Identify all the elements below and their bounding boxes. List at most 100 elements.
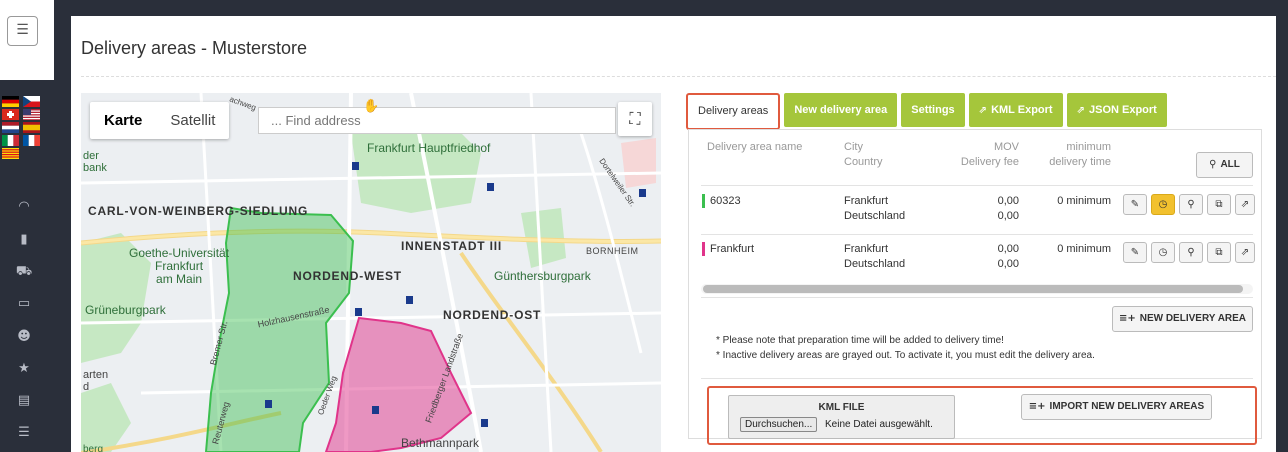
tab-kml-export[interactable]: ⇗ KML Export <box>968 93 1063 127</box>
cart-icon[interactable]: ⛟ <box>14 262 34 282</box>
flag-es-icon[interactable] <box>23 122 40 133</box>
search-icon[interactable]: ⚲ <box>1179 194 1203 215</box>
list-icon[interactable]: ☰ <box>14 423 34 443</box>
map-type-control: Karte Satellit <box>90 102 230 139</box>
add-list-icon: ≡+ <box>1028 401 1046 412</box>
map-label-bethmann: Bethmannpark <box>401 436 480 450</box>
delivery-map[interactable]: CARL-VON-WEINBERG-SIEDLUNG INNENSTADT II… <box>81 93 661 452</box>
header-name: Delivery area name <box>707 141 803 153</box>
main-panel: Delivery areas - Musterstore CARL-VON-WE… <box>71 16 1276 452</box>
map-label-garten: arten d <box>83 369 109 393</box>
map-label-innenstadt: INNENSTADT III <box>401 239 502 253</box>
header-country: Country <box>844 156 883 168</box>
notes-divider <box>701 378 1253 379</box>
note-inactive: * Inactive delivery areas are grayed out… <box>716 350 1095 361</box>
header-min1: minimum <box>1066 141 1111 153</box>
row-city: Frankfurt <box>844 243 889 255</box>
share-icon[interactable]: ⇗ <box>1235 242 1255 263</box>
kml-file-input: KML FILE Durchsuchen... Keine Datei ausg… <box>728 395 955 439</box>
map-label-guenthersburgpark: Günthersburgpark <box>494 269 591 283</box>
all-button[interactable]: ⚲ ALL <box>1196 152 1253 178</box>
flag-ch-icon[interactable] <box>2 109 19 120</box>
row-name: Frankfurt <box>710 243 755 255</box>
edit-icon[interactable]: ✎ <box>1123 242 1147 263</box>
tab-new-delivery-area[interactable]: New delivery area <box>784 93 898 127</box>
note-preparation: * Please note that preparation time will… <box>716 335 1004 346</box>
dashboard-icon[interactable]: ◠ <box>14 197 34 217</box>
row-fee: 0,00 <box>997 258 1019 270</box>
hamburger-icon[interactable]: ☰ <box>7 16 38 46</box>
import-delivery-areas-button[interactable]: ≡+ IMPORT NEW DELIVERY AREAS <box>1021 394 1212 420</box>
edit-icon[interactable]: ✎ <box>1123 194 1147 215</box>
copy-icon[interactable]: ⧉ <box>1207 242 1231 263</box>
row-time: 0 minimum <box>1057 243 1111 255</box>
row-fee: 0,00 <box>997 210 1019 222</box>
area-color-bar <box>702 194 705 208</box>
row-name: 60323 <box>710 195 741 207</box>
all-button-label: ALL <box>1220 159 1240 170</box>
map-type-karte[interactable]: Karte <box>90 102 156 139</box>
fullscreen-icon[interactable]: ⛶ <box>618 102 652 136</box>
tab-delivery-areas[interactable]: Delivery areas <box>686 93 781 130</box>
table-divider <box>701 185 1253 186</box>
kml-file-label: KML FILE <box>818 402 865 413</box>
area-color-bar <box>702 242 705 256</box>
delivery-areas-box: Delivery area name City Country MOV Deli… <box>688 129 1262 445</box>
bar-chart-icon[interactable]: ▮ <box>14 230 34 250</box>
row-divider <box>701 234 1253 235</box>
language-flags <box>2 96 46 161</box>
map-label-bank: der bank <box>83 150 107 174</box>
map-label-nordend-ost: NORDEND-OST <box>443 308 542 322</box>
tab-kml-export-label: KML Export <box>991 104 1053 116</box>
copy-icon[interactable]: ⧉ <box>1207 194 1231 215</box>
hand-cursor-icon: ✋ <box>363 99 380 114</box>
star-icon[interactable]: ★ <box>14 359 34 379</box>
flag-nl-icon[interactable] <box>2 122 19 133</box>
map-label-hauptfriedhof: Frankfurt Hauptfriedhof <box>367 141 491 155</box>
row-city: Frankfurt <box>844 195 889 207</box>
page-title: Delivery areas - Musterstore <box>81 38 308 58</box>
map-search-input[interactable]: ... Find address <box>258 107 616 134</box>
flag-it-icon[interactable] <box>2 135 19 146</box>
tab-settings-label: Settings <box>911 104 955 116</box>
header-city: City <box>844 141 863 153</box>
map-label-goethe: Goethe-Universität Frankfurt am Main <box>129 246 230 286</box>
import-button-label: IMPORT NEW DELIVERY AREAS <box>1049 401 1205 412</box>
header-min2: delivery time <box>1049 156 1111 168</box>
search-icon[interactable]: ⚲ <box>1179 242 1203 263</box>
row-time: 0 minimum <box>1057 195 1111 207</box>
flag-catalonia-icon[interactable] <box>2 148 19 159</box>
search-icon: ⚲ <box>1209 159 1217 170</box>
browse-button[interactable]: Durchsuchen... <box>740 417 818 432</box>
horizontal-scrollbar[interactable] <box>701 284 1253 294</box>
sidebar: ☰ ◠ ▮ ⛟ ▭ ☻ ★ ▤ ☰ <box>0 0 54 452</box>
map-label-carl: CARL-VON-WEINBERG-SIEDLUNG <box>88 204 309 218</box>
flag-us-icon[interactable] <box>23 109 40 120</box>
add-list-icon: ≡+ <box>1118 313 1136 324</box>
tab-json-export[interactable]: ⇗ JSON Export <box>1066 93 1167 127</box>
archive-icon[interactable]: ▤ <box>14 391 34 411</box>
new-delivery-area-label: NEW DELIVERY AREA <box>1139 313 1247 324</box>
map-label-bornheim: BORNHEIM <box>586 246 639 256</box>
flag-cz-icon[interactable] <box>23 96 40 107</box>
history-icon[interactable]: ◷ <box>1151 242 1175 263</box>
header-fee: Delivery fee <box>960 156 1019 168</box>
history-icon[interactable]: ◷ <box>1151 194 1175 215</box>
share-icon[interactable]: ⇗ <box>1235 194 1255 215</box>
scrollbar-thumb[interactable] <box>703 285 1243 293</box>
user-plus-icon[interactable]: ☻ <box>14 327 34 347</box>
import-section: KML FILE Durchsuchen... Keine Datei ausg… <box>707 386 1257 445</box>
flag-de-icon[interactable] <box>2 96 19 107</box>
tab-delivery-areas-label: Delivery areas <box>698 105 769 117</box>
map-type-satellit[interactable]: Satellit <box>156 102 229 139</box>
title-divider <box>81 76 1276 77</box>
monitor-icon[interactable]: ▭ <box>14 294 34 314</box>
row-country: Deutschland <box>844 210 906 222</box>
tab-new-delivery-area-label: New delivery area <box>794 104 888 116</box>
menu-box: ☰ <box>0 0 54 80</box>
tab-settings[interactable]: Settings <box>901 93 965 127</box>
flag-fr-icon[interactable] <box>23 135 40 146</box>
export-icon: ⇗ <box>1076 105 1085 116</box>
tab-bar: Delivery areas New delivery area Setting… <box>686 93 1167 130</box>
new-delivery-area-button[interactable]: ≡+ NEW DELIVERY AREA <box>1112 306 1253 332</box>
